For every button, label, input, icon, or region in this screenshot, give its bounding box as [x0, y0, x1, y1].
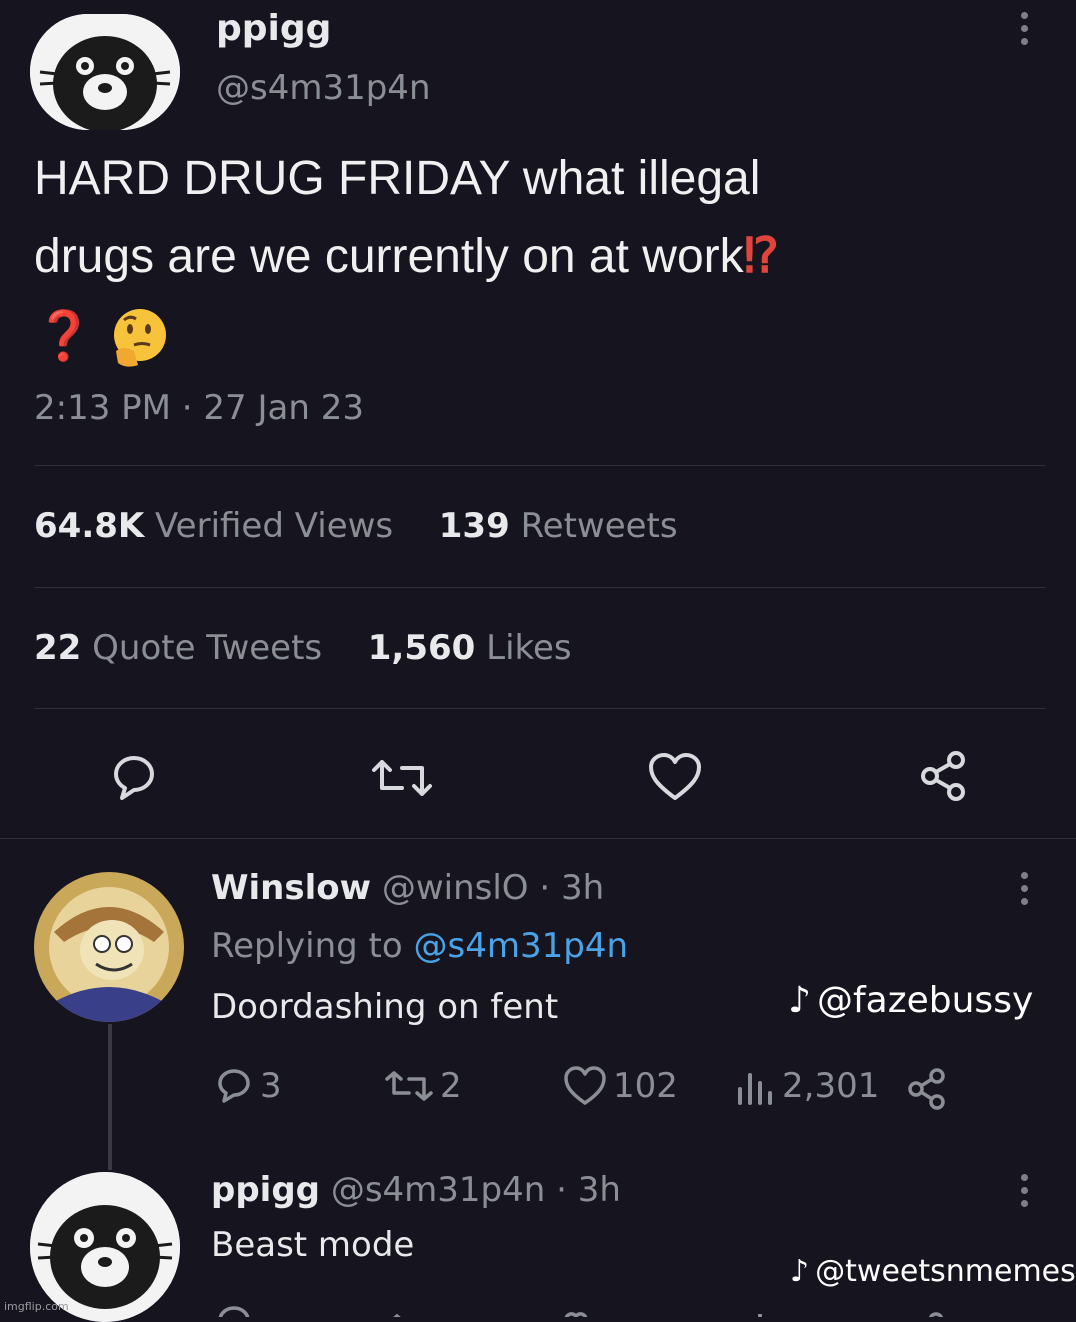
- tiktok-logo-icon-2: ♪: [790, 1254, 810, 1289]
- like-icon: [564, 1066, 606, 1105]
- reply2-header: ppigg @s4m31p4n · 3h: [211, 1170, 621, 1210]
- author-name[interactable]: ppigg: [216, 8, 331, 49]
- divider-2: [34, 587, 1046, 588]
- views-count: 64.8K: [34, 506, 145, 546]
- tiktok-watermark-2: ♪ @tweetsnmemes: [790, 1254, 1076, 1289]
- views-icon: [738, 1073, 772, 1105]
- tweet-more-icon[interactable]: [1019, 12, 1029, 51]
- tiktok-handle-1: @fazebussy: [816, 980, 1034, 1021]
- reply2-actions-partial: [214, 1300, 974, 1317]
- thinking-face-emoji: [108, 305, 172, 369]
- reply2-text: Beast mode: [211, 1225, 415, 1265]
- winslow-avatar[interactable]: [34, 872, 184, 1022]
- reply1-header: Winslow @winslO · 3h: [211, 868, 604, 908]
- divider-1: [34, 465, 1046, 466]
- retweet-icon[interactable]: [370, 756, 434, 800]
- reply1-more-icon[interactable]: [1019, 872, 1029, 911]
- reply1-replies-count: 3: [260, 1066, 282, 1106]
- divider-4: [0, 838, 1076, 839]
- share-icon[interactable]: [918, 750, 970, 802]
- reply1-share-icon[interactable]: [906, 1068, 948, 1114]
- tweet-timestamp[interactable]: 2:13 PM · 27 Jan 23: [34, 388, 364, 428]
- question-emoji: ❓: [34, 310, 94, 363]
- reply1-replying-to: Replying to @s4m31p4n: [211, 926, 628, 966]
- replying-to-label: Replying to: [211, 926, 403, 966]
- tiktok-watermark-1: ♪ @fazebussy: [788, 980, 1033, 1021]
- author-handle[interactable]: @s4m31p4n: [216, 68, 431, 108]
- reply1-views-count: 2,301: [782, 1066, 880, 1106]
- reply1-views[interactable]: 2,301: [736, 1066, 879, 1106]
- retweets-count: 139: [438, 506, 510, 546]
- reply1-handle-time[interactable]: @winslO · 3h: [382, 868, 604, 908]
- like-icon[interactable]: [648, 752, 702, 802]
- tiktok-logo-icon: ♪: [788, 980, 811, 1021]
- thread-line: [108, 1024, 112, 1170]
- stats-row-2: 22 Quote Tweets 1,560 Likes: [34, 628, 572, 668]
- likes-label[interactable]: Likes: [486, 628, 572, 668]
- winslow-avatar-art: [34, 872, 184, 1022]
- divider-3: [34, 708, 1046, 709]
- imgflip-watermark: imgflip.com: [4, 1300, 69, 1313]
- reply1-retweets[interactable]: 2: [384, 1066, 462, 1106]
- reply2-author-name[interactable]: ppigg: [211, 1170, 320, 1210]
- reply1-text: Doordashing on fent: [211, 987, 559, 1027]
- retweets-label[interactable]: Retweets: [521, 506, 678, 546]
- likes-count: 1,560: [367, 628, 476, 668]
- tweet-text-line1: HARD DRUG FRIDAY what illegal: [34, 152, 761, 205]
- tweet-text: HARD DRUG FRIDAY what illegal drugs are …: [34, 140, 1054, 376]
- reply-icon[interactable]: [106, 754, 162, 802]
- views-label[interactable]: Verified Views: [155, 506, 393, 546]
- reply2-handle-time[interactable]: @s4m31p4n · 3h: [331, 1170, 621, 1210]
- retweet-icon: [385, 1071, 433, 1101]
- quotes-count: 22: [34, 628, 82, 668]
- reply1-likes-count: 102: [613, 1066, 678, 1106]
- reply-icon: [218, 1069, 250, 1103]
- cat-avatar-art: [30, 14, 180, 130]
- quotes-label[interactable]: Quote Tweets: [92, 628, 322, 668]
- stats-row-1: 64.8K Verified Views 139 Retweets: [34, 506, 678, 546]
- reply2-more-icon[interactable]: [1019, 1174, 1029, 1213]
- replying-to-handle[interactable]: @s4m31p4n: [414, 926, 629, 966]
- reply1-retweets-count: 2: [440, 1066, 462, 1106]
- tweet-text-line2: drugs are we currently on at work: [34, 230, 744, 283]
- exclamation-question-emoji: ⁉: [743, 230, 779, 283]
- author-avatar[interactable]: [30, 14, 180, 130]
- reply1-likes[interactable]: 102: [563, 1066, 678, 1106]
- reply1-author-name[interactable]: Winslow: [211, 868, 371, 908]
- tiktok-handle-2: @tweetsnmemes: [815, 1254, 1076, 1289]
- reply1-replies[interactable]: 3: [214, 1066, 282, 1106]
